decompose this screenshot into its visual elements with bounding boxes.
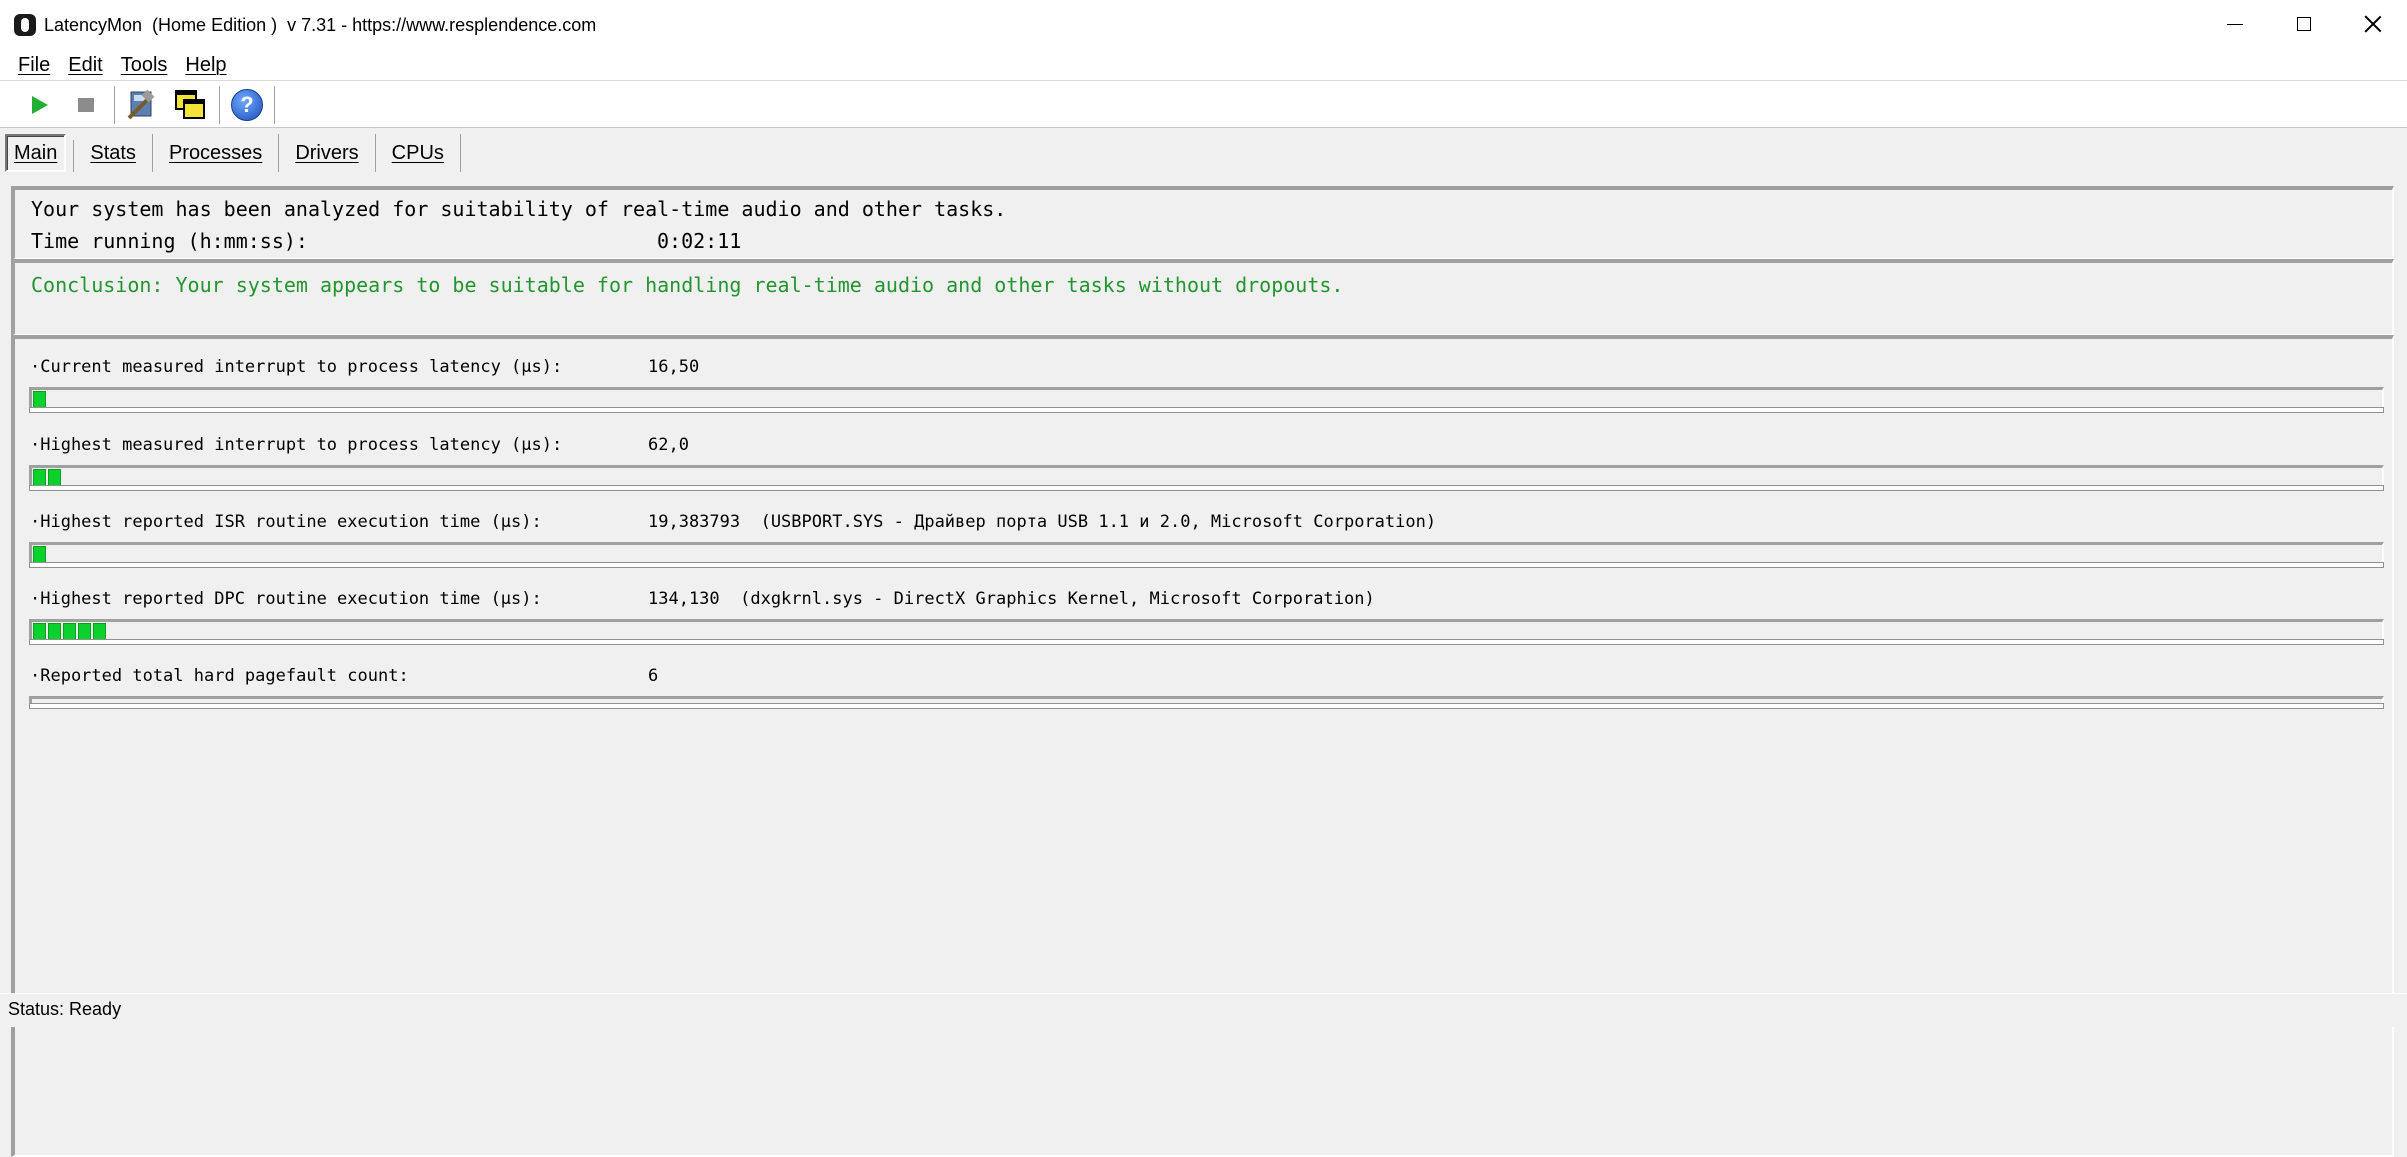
toolbar-separator — [114, 86, 115, 124]
summary-frame: Your system has been analyzed for suitab… — [11, 186, 2394, 260]
close-icon — [2364, 15, 2382, 33]
menu-tools[interactable]: Tools — [112, 54, 177, 77]
status-bar: Status: Ready — [0, 993, 2407, 1027]
tab-cpus[interactable]: CPUs — [376, 134, 461, 172]
window-title: LatencyMon (Home Edition ) v 7.31 - http… — [44, 14, 597, 35]
maximize-button[interactable] — [2269, 0, 2338, 48]
latencymon-app-icon[interactable] — [14, 14, 36, 36]
bar-segment — [63, 623, 76, 640]
highest-latency-bar-fill — [33, 469, 63, 486]
help-icon: ? — [231, 89, 263, 121]
tab-stats[interactable]: Stats — [74, 134, 153, 172]
current-latency-bar-fill — [33, 391, 48, 408]
metric-highest-latency-label: ·Highest measured interrupt to process l… — [30, 435, 563, 455]
metric-isr-time-label: ·Highest reported ISR routine execution … — [30, 512, 542, 532]
tools-icon — [127, 89, 155, 120]
isr-time-bar-fill — [33, 546, 48, 563]
stop-icon — [78, 98, 94, 112]
metric-pagefault-value: 6 — [648, 666, 659, 686]
toolbar-separator — [274, 86, 275, 124]
conclusion-text: Conclusion: Your system appears to be su… — [31, 273, 1344, 297]
tab-drivers[interactable]: Drivers — [279, 134, 376, 172]
metric-current-latency-label: ·Current measured interrupt to process l… — [30, 357, 563, 377]
time-running-value: 0:02:11 — [657, 229, 742, 253]
minimize-button[interactable] — [2200, 0, 2269, 48]
bar-segment — [78, 623, 91, 640]
help-button[interactable]: ? — [229, 87, 265, 123]
metric-highest-latency-value: 62,0 — [648, 435, 689, 455]
tab-processes[interactable]: Processes — [153, 134, 280, 172]
metric-dpc-time-label: ·Highest reported DPC routine execution … — [30, 589, 542, 609]
play-icon — [32, 96, 48, 114]
close-button[interactable] — [2338, 0, 2407, 48]
tab-main[interactable]: Main — [5, 134, 75, 172]
title-bar: LatencyMon (Home Edition ) v 7.31 - http… — [0, 0, 2407, 50]
windows-button[interactable] — [172, 87, 208, 123]
tab-bar: Main Stats Processes Drivers CPUs — [0, 131, 461, 175]
bar-segment — [33, 391, 46, 408]
metric-isr-time-value: 19,383793 (USBPORT.SYS - Драйвер порта U… — [648, 512, 1437, 532]
minimize-icon — [2226, 23, 2243, 25]
metric-pagefault-label: ·Reported total hard pagefault count: — [30, 666, 409, 686]
bar-segment — [33, 623, 46, 640]
stop-monitoring-button[interactable] — [68, 87, 104, 123]
current-latency-bar — [29, 387, 2384, 413]
dpc-time-bar — [29, 619, 2384, 645]
isr-time-bar — [29, 542, 2384, 568]
window-controls — [2200, 0, 2407, 48]
toolbar-separator — [219, 86, 220, 124]
maximize-icon — [2296, 17, 2311, 31]
menu-bar: File Edit Tools Help — [0, 50, 2407, 81]
bar-segment — [33, 546, 46, 563]
highest-latency-bar — [29, 465, 2384, 491]
metric-current-latency-value: 16,50 — [648, 357, 700, 377]
bar-segment — [93, 623, 106, 640]
toolbar: ? — [0, 81, 2407, 128]
tools-button[interactable] — [124, 87, 160, 123]
main-panel: Your system has been analyzed for suitab… — [11, 182, 2394, 1157]
metrics-frame: ·Current measured interrupt to process l… — [11, 335, 2394, 1157]
start-monitoring-button[interactable] — [20, 87, 56, 123]
analysis-summary-text: Your system has been analyzed for suitab… — [31, 197, 1007, 221]
windows-icon — [175, 90, 205, 119]
bar-segment — [48, 623, 61, 640]
menu-help[interactable]: Help — [176, 54, 235, 77]
dpc-time-bar-fill — [33, 623, 108, 640]
pagefault-bar — [29, 696, 2384, 709]
conclusion-frame: Conclusion: Your system appears to be su… — [11, 259, 2394, 336]
bar-segment — [33, 469, 46, 486]
bar-segment — [48, 469, 61, 486]
menu-edit[interactable]: Edit — [59, 54, 111, 77]
menu-file[interactable]: File — [9, 54, 59, 77]
time-running-label: Time running (h:mm:ss): — [31, 229, 308, 253]
metric-dpc-time-value: 134,130 (dxgkrnl.sys - DirectX Graphics … — [648, 589, 1375, 609]
status-text: Status: Ready — [8, 999, 122, 1019]
